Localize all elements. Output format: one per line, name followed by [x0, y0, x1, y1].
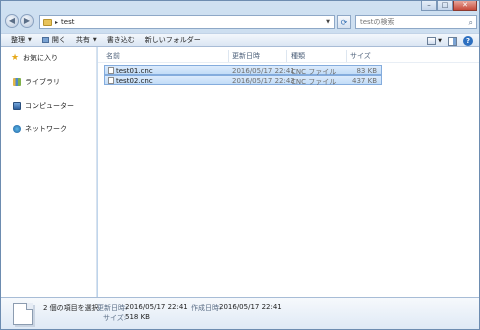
- computer-icon: [13, 102, 21, 110]
- file-modified: 2016/05/17 22:41: [232, 67, 295, 75]
- navigation-pane: ★ お気に入り ライブラリ コンピューター ネットワーク: [1, 47, 97, 297]
- file-size: 83 KB: [356, 67, 377, 75]
- created-label: 作成日時:: [191, 304, 222, 312]
- new-folder-button[interactable]: 新しいフォルダー: [145, 35, 201, 45]
- address-dropdown-icon[interactable]: ▼: [326, 19, 330, 25]
- file-row[interactable]: test02.cnc 2016/05/17 22:43 CNC ファイル 437…: [104, 75, 382, 86]
- share-button[interactable]: 共有 ▼: [76, 35, 97, 45]
- nav-item-label: ネットワーク: [25, 125, 67, 133]
- modified-value: 2016/05/17 22:41: [125, 303, 188, 311]
- back-arrow-icon: ◀: [8, 16, 16, 25]
- burn-label: 書き込む: [106, 36, 135, 44]
- explorer-window: – □ ✕ ◀ ▶ ▸ test ▼ ⟳ ⌕ 整理 ▼: [0, 0, 480, 330]
- open-icon: [41, 37, 49, 43]
- column-header-type[interactable]: 種類: [291, 51, 305, 61]
- column-divider[interactable]: [228, 50, 229, 62]
- breadcrumb-folder[interactable]: test: [61, 18, 74, 26]
- nav-item-label: お気に入り: [23, 54, 58, 62]
- nav-item-network[interactable]: ネットワーク: [13, 124, 67, 134]
- burn-button[interactable]: 書き込む: [107, 35, 135, 45]
- nav-item-libraries[interactable]: ライブラリ: [13, 77, 60, 87]
- file-modified: 2016/05/17 22:43: [232, 77, 295, 85]
- created-value: 2016/05/17 22:41: [219, 303, 282, 311]
- share-label: 共有: [75, 36, 90, 44]
- navigation-bar: ◀ ▶ ▸ test ▼ ⟳ ⌕: [1, 11, 479, 33]
- nav-item-favorites[interactable]: ★ お気に入り: [11, 53, 58, 63]
- selection-count: 2 個の項目を選択: [43, 304, 99, 312]
- view-dropdown-icon[interactable]: ▼: [438, 38, 442, 44]
- nav-item-computer[interactable]: コンピューター: [13, 101, 74, 111]
- column-divider[interactable]: [286, 50, 287, 62]
- organize-label: 整理: [11, 36, 25, 44]
- caption-buttons: – □ ✕: [421, 1, 477, 11]
- change-view-icon[interactable]: [427, 37, 437, 45]
- close-button[interactable]: ✕: [453, 1, 477, 11]
- new-folder-label: 新しいフォルダー: [144, 36, 201, 44]
- column-divider[interactable]: [346, 50, 347, 62]
- folder-icon: [43, 18, 52, 26]
- dropdown-arrow-icon: ▼: [28, 37, 32, 43]
- forward-arrow-icon: ▶: [23, 16, 31, 25]
- network-icon: [13, 125, 21, 133]
- help-icon[interactable]: ?: [463, 36, 473, 46]
- nav-item-label: ライブラリ: [25, 78, 60, 86]
- file-icon: [108, 77, 114, 84]
- organize-button[interactable]: 整理 ▼: [11, 35, 32, 45]
- size-value: 518 KB: [125, 313, 150, 321]
- toolbar-right: ▼ ?: [427, 36, 473, 46]
- dropdown-arrow-icon: ▼: [92, 37, 97, 43]
- command-bar: 整理 ▼ 開く 共有 ▼ 書き込む 新しいフォルダー ▼ ?: [1, 33, 479, 47]
- multiple-files-icon: [13, 303, 33, 325]
- library-icon: [13, 78, 21, 86]
- refresh-icon: ⟳: [340, 17, 348, 27]
- star-icon: ★: [11, 52, 20, 63]
- file-list: 名前 更新日時 種類 サイズ test01.cnc 2016/05/17 22:…: [98, 47, 479, 297]
- address-bar[interactable]: ▸ test ▼: [39, 15, 335, 29]
- refresh-button[interactable]: ⟳: [337, 15, 351, 29]
- open-label: 開く: [51, 36, 66, 44]
- file-row[interactable]: test01.cnc 2016/05/17 22:41 CNC ファイル 83 …: [104, 65, 382, 76]
- file-type: CNC ファイル: [291, 78, 337, 86]
- modified-label: 更新日時:: [97, 304, 128, 312]
- magnifier-icon[interactable]: ⌕: [469, 18, 473, 28]
- column-header-name[interactable]: 名前: [106, 51, 120, 61]
- maximize-button[interactable]: □: [437, 1, 453, 11]
- size-label: サイズ:: [103, 314, 127, 322]
- details-pane: 2 個の項目を選択 更新日時: 2016/05/17 22:41 作成日時: 2…: [1, 297, 479, 329]
- minimize-button[interactable]: –: [421, 1, 437, 11]
- file-icon: [108, 67, 114, 74]
- breadcrumb-separator-icon[interactable]: ▸: [55, 19, 58, 26]
- search-box[interactable]: ⌕: [355, 15, 477, 29]
- nav-item-label: コンピューター: [25, 102, 74, 110]
- file-name: test02.cnc: [116, 77, 153, 85]
- column-header-size[interactable]: サイズ: [350, 51, 371, 61]
- header-separator: [98, 62, 479, 63]
- open-button[interactable]: 開く: [41, 35, 66, 45]
- file-size: 437 KB: [352, 77, 377, 85]
- column-header-modified[interactable]: 更新日時: [232, 51, 260, 61]
- back-button[interactable]: ◀: [5, 14, 19, 28]
- search-input[interactable]: [360, 18, 460, 26]
- forward-button[interactable]: ▶: [20, 14, 34, 28]
- file-name: test01.cnc: [116, 67, 153, 75]
- preview-pane-icon[interactable]: [448, 36, 457, 46]
